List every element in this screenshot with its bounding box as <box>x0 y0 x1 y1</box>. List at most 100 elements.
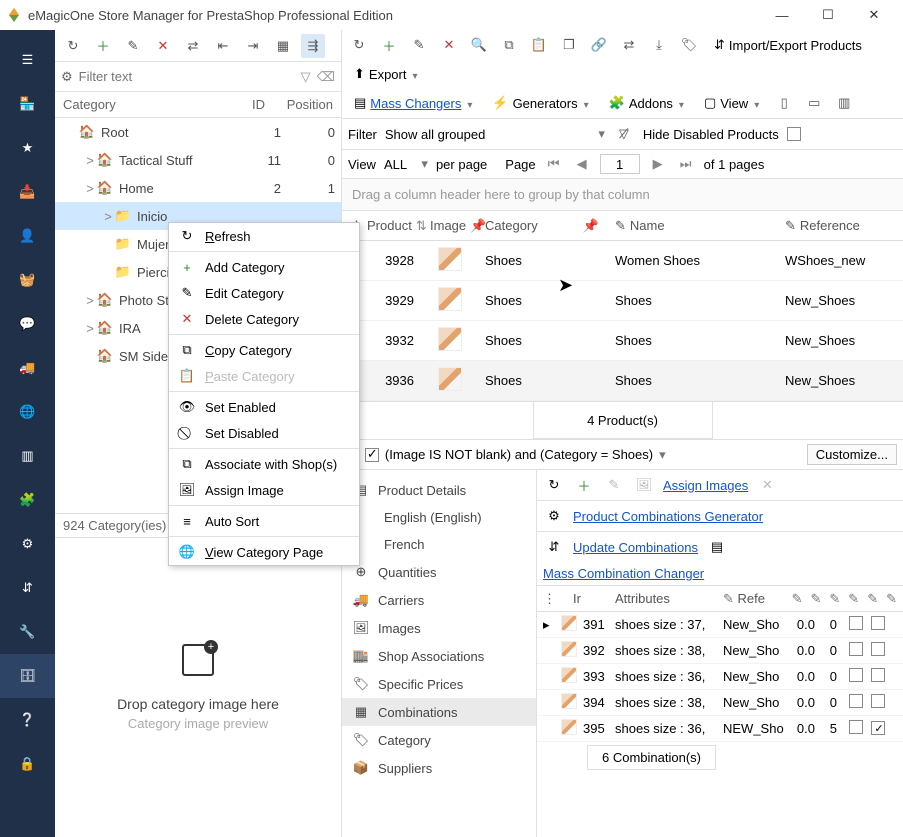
move-button[interactable]: ⇄ <box>618 34 640 56</box>
search-button[interactable]: 🔍 <box>468 34 490 56</box>
category-filter-input[interactable] <box>79 69 295 84</box>
link-button[interactable]: 🔗 <box>588 34 610 56</box>
delete-button[interactable]: ✕ <box>151 34 175 58</box>
add-button[interactable]: ＋ <box>91 34 115 58</box>
nav-puzzle[interactable]: 🧩 <box>0 478 55 522</box>
combination-row[interactable]: 394shoes size : 38,New_Sho0.00 <box>537 690 903 716</box>
minimize-button[interactable]: ― <box>759 0 805 30</box>
col-name[interactable]: ✎ Name <box>607 218 777 234</box>
col-category[interactable]: Category 📌 <box>477 218 607 234</box>
customize-button[interactable]: Customize... <box>807 444 897 465</box>
context-menu-item[interactable]: ≡Auto Sort <box>169 508 359 534</box>
nav-lang-english[interactable]: English (English) <box>342 504 536 531</box>
category-row[interactable]: >🏠Home21 <box>55 174 341 202</box>
close-button[interactable]: ✕ <box>851 0 897 30</box>
nav-truck[interactable]: 🚚 <box>0 346 55 390</box>
pcg-icon[interactable]: ⚙ <box>543 505 565 527</box>
swap-button[interactable]: ⇄ <box>181 34 205 58</box>
nav-lang-french[interactable]: French <box>342 531 536 558</box>
col-category[interactable]: Category <box>55 97 205 112</box>
combo-grid[interactable]: ▸391shoes size : 37,New_Sho0.00392shoes … <box>537 612 903 742</box>
first-page-button[interactable]: ⏮ <box>544 156 564 172</box>
combo-col-id[interactable]: Ir <box>555 591 587 606</box>
nav-transfer[interactable]: ⇵ <box>0 566 55 610</box>
nav-carriers[interactable]: 🚚Carriers <box>342 586 536 614</box>
paste-button[interactable]: 📋 <box>528 34 550 56</box>
hide-disabled-checkbox[interactable] <box>787 127 801 141</box>
layout-1-button[interactable]: ▯ <box>773 92 795 114</box>
combo-remove-button[interactable]: ✕ <box>756 474 778 496</box>
col-id[interactable]: ID <box>205 97 275 112</box>
filter-clear-icon[interactable]: ⌫ <box>317 69 335 85</box>
refresh-button[interactable]: ↻ <box>61 34 85 58</box>
context-menu-item[interactable]: ✎Edit Category <box>169 280 359 306</box>
nav-archive[interactable]: 🗄 <box>0 654 55 698</box>
product-row[interactable]: 3929ShoesShoesNew_Shoes <box>342 281 903 321</box>
mcc-icon[interactable]: ▤ <box>706 536 728 558</box>
combination-row[interactable]: 395shoes size : 36,NEW_Sho0.05 <box>537 716 903 742</box>
pcg-link[interactable]: Product Combinations Generator <box>573 509 763 524</box>
clone-button[interactable]: ❐ <box>558 34 580 56</box>
export-grid-button[interactable]: ⤓ <box>648 34 670 56</box>
tag-button[interactable]: 🏷 <box>678 34 700 56</box>
maximize-button[interactable]: ☐ <box>805 0 851 30</box>
last-page-button[interactable]: ⏭ <box>676 156 696 172</box>
nav-menu[interactable]: ☰ <box>0 38 55 82</box>
nav-lock[interactable]: 🔒 <box>0 742 55 786</box>
next-page-button[interactable]: ▶ <box>648 156 668 172</box>
grid-button[interactable]: ▦ <box>271 34 295 58</box>
filter-apply-icon[interactable]: ▽ <box>301 69 311 85</box>
refresh-products-button[interactable]: ↻ <box>348 34 370 56</box>
assign-images-link[interactable]: Assign Images <box>663 478 748 493</box>
nav-user[interactable]: 👤 <box>0 214 55 258</box>
category-context-menu[interactable]: ↻Refresh+Add Category✎Edit Category✕Dele… <box>168 222 360 566</box>
nav-basket[interactable]: 🧺 <box>0 258 55 302</box>
edit-button[interactable]: ✎ <box>121 34 145 58</box>
context-menu-item[interactable]: 👁Set Enabled <box>169 394 359 420</box>
view-dropdown[interactable]: ▢ View <box>698 93 765 113</box>
combination-row[interactable]: ▸391shoes size : 37,New_Sho0.00 <box>537 612 903 638</box>
nav-combinations[interactable]: ▦Combinations <box>342 698 536 726</box>
add-product-button[interactable]: ＋ <box>378 34 400 56</box>
combination-row[interactable]: 393shoes size : 36,New_Sho0.00 <box>537 664 903 690</box>
category-image-dropzone[interactable]: Drop category image here Category image … <box>55 537 341 837</box>
nav-wrench[interactable]: 🔧 <box>0 610 55 654</box>
context-menu-item[interactable]: 🖼Assign Image <box>169 477 359 503</box>
nav-star[interactable]: ★ <box>0 126 55 170</box>
context-menu-item[interactable]: ⧉Associate with Shop(s) <box>169 451 359 477</box>
layout-2-button[interactable]: ▭ <box>803 92 825 114</box>
context-menu-item[interactable]: 🌐View Category Page <box>169 539 359 565</box>
indent-right-button[interactable]: ⇥ <box>241 34 265 58</box>
nav-shop-associations[interactable]: 🏬Shop Associations <box>342 642 536 670</box>
nav-quantities[interactable]: ⊕Quantities <box>342 558 536 586</box>
nav-product-details[interactable]: ▤Product Details <box>342 476 536 504</box>
col-image[interactable]: Image 📌 <box>422 218 477 234</box>
product-row[interactable]: 3928ShoesWomen ShoesWShoes_new <box>342 241 903 281</box>
mass-changers-dropdown[interactable]: ▤ Mass Changers <box>348 93 478 113</box>
export-dropdown[interactable]: ⬆ Export <box>348 64 424 84</box>
nav-store[interactable]: 🏪 <box>0 82 55 126</box>
import-export-button[interactable]: ⇵ Import/Export Products <box>708 35 868 55</box>
filter-dropdown-icon[interactable]: ▾ <box>659 447 666 463</box>
nav-inbox[interactable]: 📥 <box>0 170 55 214</box>
prev-page-button[interactable]: ◀ <box>572 156 592 172</box>
combo-col-ref[interactable]: ✎ Refe <box>717 591 781 607</box>
nav-help[interactable]: ❔ <box>0 698 55 742</box>
update-combos-link[interactable]: Update Combinations <box>573 540 698 555</box>
context-menu-item[interactable]: ↻Refresh <box>169 223 359 249</box>
combo-col-attributes[interactable]: Attributes <box>609 591 717 606</box>
nav-suppliers[interactable]: 📦Suppliers <box>342 754 536 782</box>
filter-clear-button[interactable]: ▽̸ <box>613 123 635 145</box>
indent-left-button[interactable]: ⇤ <box>211 34 235 58</box>
group-by-hint[interactable]: Drag a column header here to group by th… <box>342 179 903 211</box>
nav-specific-prices[interactable]: 🏷Specific Prices <box>342 670 536 698</box>
nav-sliders[interactable]: ⚙ <box>0 522 55 566</box>
combination-row[interactable]: 392shoes size : 38,New_Sho0.00 <box>537 638 903 664</box>
product-row[interactable]: 3932ShoesShoesNew_Shoes <box>342 321 903 361</box>
category-row[interactable]: 🏠Root10 <box>55 118 341 146</box>
products-grid[interactable]: 3928ShoesWomen ShoesWShoes_new3929ShoesS… <box>342 241 903 401</box>
category-row[interactable]: >🏠Tactical Stuff110 <box>55 146 341 174</box>
layout-3-button[interactable]: ▥ <box>833 92 855 114</box>
col-position[interactable]: Position <box>275 97 341 112</box>
nav-globe[interactable]: 🌐 <box>0 390 55 434</box>
